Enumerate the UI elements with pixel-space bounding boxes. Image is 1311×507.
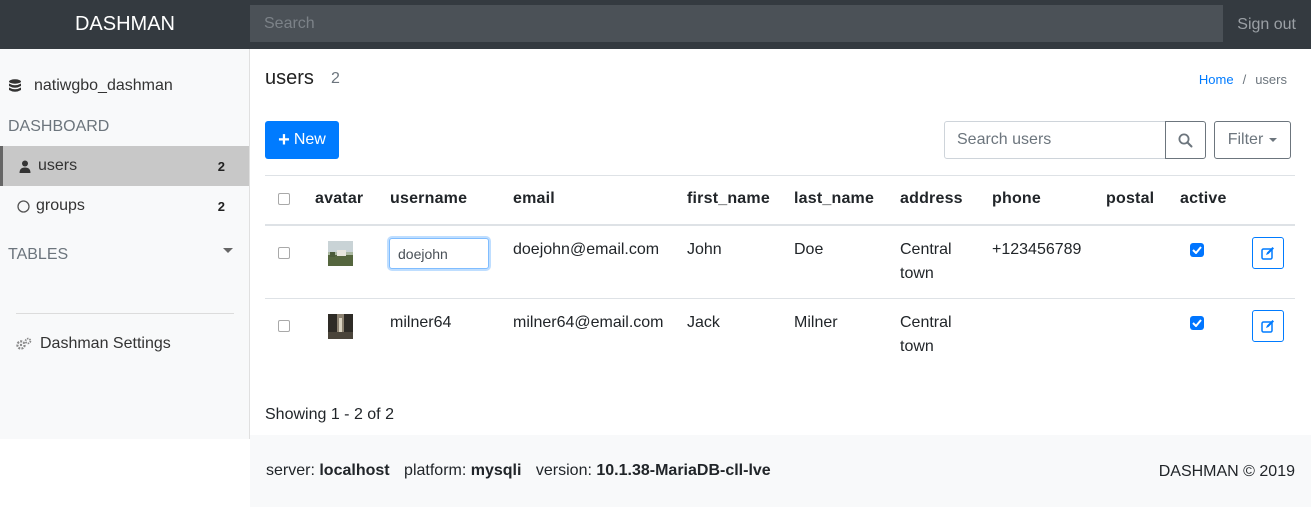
new-button-label: New	[293, 131, 326, 148]
edit-icon	[1261, 320, 1274, 333]
settings-label: Dashman Settings	[40, 335, 171, 352]
search-users-input[interactable]	[944, 121, 1166, 159]
active-checkbox[interactable]	[1190, 243, 1204, 257]
footer: server: localhost platform: mysqli versi…	[250, 435, 1311, 507]
sidebar-database: natiwgbo_dashman	[8, 75, 173, 97]
tables-heading[interactable]: TABLES	[8, 246, 68, 264]
edit-icon	[1261, 247, 1274, 260]
column-header-active[interactable]: active	[1180, 190, 1227, 208]
column-header-phone[interactable]: phone	[992, 190, 1041, 208]
column-header-username[interactable]: username	[390, 190, 467, 208]
sidebar-item-users[interactable]: users 2	[0, 146, 249, 186]
sidebar-item-groups[interactable]: groups 2	[0, 186, 249, 226]
cell-email: doejohn@email.com	[513, 241, 660, 258]
cell-email: milner64@email.com	[513, 314, 664, 331]
server-value: localhost	[319, 462, 390, 479]
chevron-down-icon[interactable]	[223, 248, 233, 253]
row-divider	[265, 298, 1295, 299]
sidebar-item-count: 2	[217, 158, 225, 174]
check-icon	[1192, 319, 1202, 327]
filter-label: Filter	[1227, 131, 1264, 148]
cell-phone: +123456789	[992, 241, 1082, 258]
sidebar-item-label: users	[38, 157, 78, 174]
platform-label: platform:	[404, 462, 467, 479]
edit-row-button[interactable]	[1252, 310, 1284, 342]
database-name: natiwgbo_dashman	[34, 77, 173, 94]
cell-address: Central town	[900, 311, 952, 359]
check-icon	[1192, 246, 1202, 254]
active-checkbox[interactable]	[1190, 316, 1204, 330]
caret-down-icon	[1269, 138, 1278, 142]
cell-last-name: Doe	[794, 241, 824, 258]
dashman-settings-link[interactable]: Dashman Settings	[16, 334, 171, 354]
version-value: 10.1.38-MariaDB-cll-lve	[596, 462, 771, 479]
global-search-input[interactable]	[250, 5, 1223, 42]
filter-dropdown[interactable]: Filter	[1214, 121, 1291, 159]
row-select-checkbox[interactable]	[278, 247, 290, 259]
breadcrumb-separator: /	[1242, 72, 1247, 87]
row-select-checkbox[interactable]	[278, 320, 290, 332]
table-top-border	[265, 175, 1295, 176]
server-label: server:	[266, 462, 315, 479]
gears-icon	[16, 337, 32, 350]
sidebar: natiwgbo_dashman DASHBOARD users 2 group…	[0, 49, 250, 439]
select-all-checkbox[interactable]	[278, 193, 290, 205]
column-header-postal[interactable]: postal	[1106, 190, 1154, 208]
new-button[interactable]: + New	[265, 121, 339, 159]
cell-first-name: John	[687, 241, 722, 258]
sidebar-divider	[16, 313, 234, 314]
database-icon	[9, 79, 21, 92]
sign-out-link[interactable]: Sign out	[1237, 0, 1296, 49]
circle-icon	[16, 199, 30, 213]
brand-logo[interactable]: DASHMAN	[0, 0, 250, 49]
avatar	[328, 314, 353, 339]
address-line-2: town	[900, 338, 934, 355]
user-icon	[18, 160, 32, 173]
dashboard-heading: DASHBOARD	[8, 118, 110, 135]
sidebar-item-label: groups	[36, 197, 85, 214]
breadcrumb: Home / users	[1199, 72, 1287, 87]
search-button[interactable]	[1165, 121, 1206, 159]
column-header-last-name[interactable]: last_name	[794, 190, 874, 208]
plus-icon: +	[278, 129, 290, 151]
column-header-email[interactable]: email	[513, 190, 555, 208]
avatar	[328, 241, 353, 266]
address-line-2: town	[900, 265, 934, 282]
server-info: server: localhost platform: mysqli versi…	[266, 462, 771, 480]
version-label: version:	[535, 462, 592, 479]
address-line-1: Central	[900, 241, 952, 258]
search-icon	[1178, 133, 1193, 147]
pagination-summary: Showing 1 - 2 of 2	[265, 406, 394, 423]
column-header-first-name[interactable]: first_name	[687, 190, 770, 208]
address-line-1: Central	[900, 314, 952, 331]
copyright: DASHMAN © 2019	[1158, 463, 1295, 480]
column-header-address[interactable]: address	[900, 190, 963, 208]
cell-username[interactable]: milner64	[390, 311, 451, 335]
edit-row-button[interactable]	[1252, 237, 1284, 269]
page-title: users	[265, 67, 314, 89]
breadcrumb-current: users	[1255, 72, 1287, 87]
platform-value: mysqli	[470, 462, 522, 479]
breadcrumb-home[interactable]: Home	[1199, 72, 1234, 87]
username-inline-edit-input[interactable]	[389, 238, 489, 269]
cell-last-name: Milner	[794, 314, 838, 331]
record-count: 2	[331, 70, 340, 87]
cell-address: Central town	[900, 238, 952, 286]
table-header-border	[265, 224, 1295, 226]
cell-first-name: Jack	[687, 314, 720, 331]
column-header-avatar[interactable]: avatar	[315, 190, 363, 208]
sidebar-item-count: 2	[217, 198, 225, 214]
top-navbar: DASHMAN Sign out	[0, 0, 1311, 49]
